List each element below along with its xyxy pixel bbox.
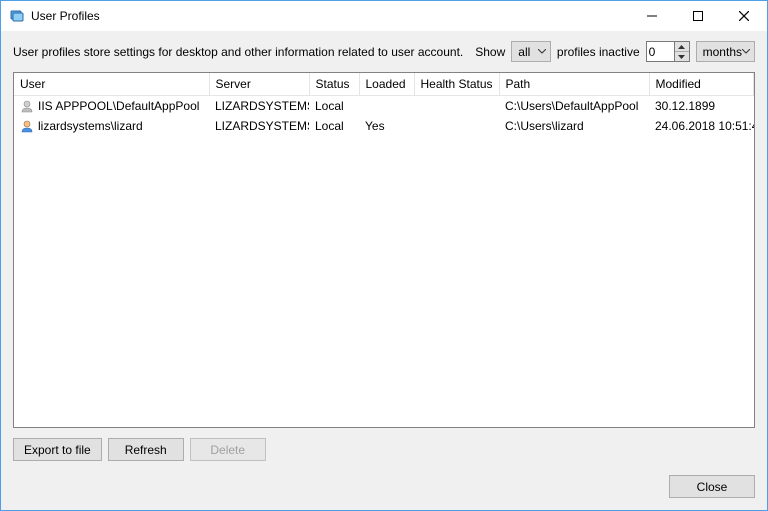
table-header-row: User Server Status Loaded Health Status …	[14, 73, 754, 96]
inactive-spinner	[646, 41, 690, 62]
cell-server: LIZARDSYSTEMS	[209, 96, 309, 117]
col-server[interactable]: Server	[209, 73, 309, 96]
window: User Profiles User profiles store settin…	[0, 0, 768, 511]
chevron-down-icon	[538, 49, 546, 54]
table-row[interactable]: lizardsystems\lizard LIZARDSYSTEMSLocalYe…	[14, 116, 754, 136]
cell-status: Local	[309, 116, 359, 136]
close-button[interactable]: Close	[669, 475, 755, 498]
show-dropdown[interactable]: all	[511, 41, 551, 62]
unit-dropdown-value: months	[703, 45, 742, 59]
refresh-button[interactable]: Refresh	[108, 438, 184, 461]
cell-user-text: lizardsystems\lizard	[38, 119, 143, 133]
titlebar: User Profiles	[1, 1, 767, 31]
cell-loaded	[359, 96, 414, 117]
export-button[interactable]: Export to file	[13, 438, 102, 461]
client-area: User profiles store settings for desktop…	[1, 31, 767, 510]
inactive-label: profiles inactive	[557, 45, 640, 59]
cell-health	[414, 96, 499, 117]
spin-buttons	[674, 41, 690, 62]
window-controls	[629, 1, 767, 31]
description-text: User profiles store settings for desktop…	[13, 45, 463, 59]
table-row[interactable]: IIS APPPOOL\DefaultAppPool LIZARDSYSTEMSL…	[14, 96, 754, 117]
spin-up-button[interactable]	[675, 42, 689, 51]
col-path[interactable]: Path	[499, 73, 649, 96]
cell-server: LIZARDSYSTEMS	[209, 116, 309, 136]
cell-status: Local	[309, 96, 359, 117]
window-title: User Profiles	[31, 9, 629, 23]
action-buttons: Export to file Refresh Delete	[13, 438, 755, 461]
profiles-table-wrap: User Server Status Loaded Health Status …	[13, 72, 755, 428]
col-health[interactable]: Health Status	[414, 73, 499, 96]
user-icon	[20, 119, 34, 133]
col-modified[interactable]: Modified	[649, 73, 754, 96]
chevron-down-icon	[742, 49, 750, 54]
inactive-input[interactable]	[646, 41, 674, 62]
close-row: Close	[13, 475, 755, 498]
cell-loaded: Yes	[359, 116, 414, 136]
delete-button: Delete	[190, 438, 266, 461]
show-dropdown-value: all	[518, 45, 530, 59]
filter-bar: User profiles store settings for desktop…	[13, 41, 755, 62]
col-user[interactable]: User	[14, 73, 209, 96]
cell-user-text: IIS APPPOOL\DefaultAppPool	[38, 99, 199, 113]
close-window-button[interactable]	[721, 1, 767, 31]
cell-modified: 30.12.1899	[649, 96, 754, 117]
show-label: Show	[475, 45, 505, 59]
cell-path: C:\Users\lizard	[499, 116, 649, 136]
cell-user: lizardsystems\lizard	[14, 116, 209, 136]
col-loaded[interactable]: Loaded	[359, 73, 414, 96]
profiles-table[interactable]: User Server Status Loaded Health Status …	[14, 73, 754, 136]
cell-user: IIS APPPOOL\DefaultAppPool	[14, 96, 209, 117]
cell-path: C:\Users\DefaultAppPool	[499, 96, 649, 117]
maximize-button[interactable]	[675, 1, 721, 31]
user-icon	[20, 99, 34, 113]
unit-dropdown[interactable]: months	[696, 41, 755, 62]
app-icon	[9, 8, 25, 24]
minimize-button[interactable]	[629, 1, 675, 31]
spin-down-button[interactable]	[675, 51, 689, 61]
cell-modified: 24.06.2018 10:51:44	[649, 116, 754, 136]
col-status[interactable]: Status	[309, 73, 359, 96]
cell-health	[414, 116, 499, 136]
